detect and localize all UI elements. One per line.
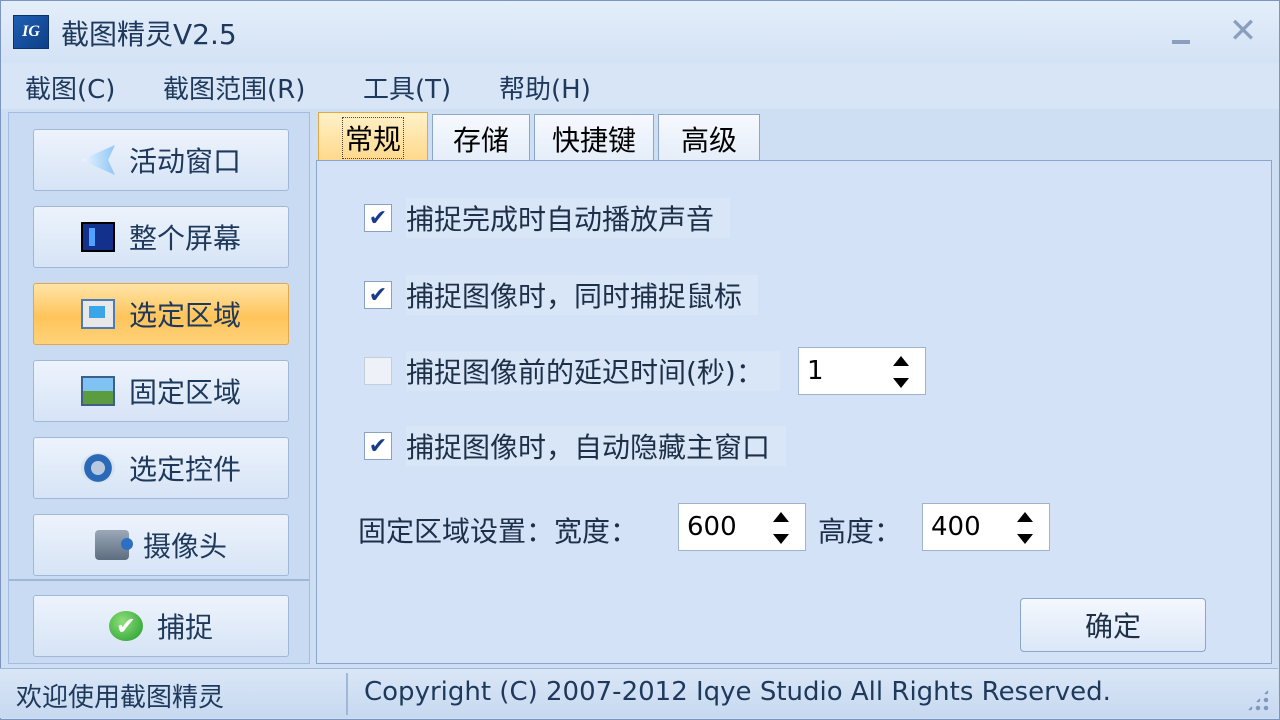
tab-storage-label: 存储 — [452, 123, 509, 157]
play-sound-label: 捕捉完成时自动播放声音 — [406, 198, 731, 238]
width-spinner[interactable]: 600 — [678, 503, 806, 551]
full-screen-button[interactable]: 整个屏幕 — [33, 206, 289, 268]
menu-capture-range[interactable]: 截图范围(R) — [163, 69, 305, 106]
active-window-label: 活动窗口 — [128, 145, 241, 178]
window-title: 截图精灵V2.5 — [61, 18, 237, 51]
close-icon: ✕ — [1228, 11, 1258, 51]
camera-button[interactable]: 摄像头 — [33, 514, 289, 576]
option-hide-window[interactable]: ✔ 捕捉图像时，自动隐藏主窗口 — [364, 424, 787, 468]
tab-advanced-label: 高级 — [680, 123, 737, 157]
full-screen-icon — [80, 222, 115, 252]
tab-general[interactable]: 常规 — [318, 112, 428, 162]
delay-checkbox[interactable] — [364, 357, 392, 385]
full-screen-label: 整个屏幕 — [128, 222, 241, 255]
select-control-label: 选定控件 — [128, 453, 241, 486]
height-label: 高度： — [818, 515, 903, 548]
play-sound-checkbox[interactable]: ✔ — [364, 204, 392, 232]
close-button[interactable]: ✕ — [1223, 11, 1263, 51]
height-value: 400 — [931, 512, 981, 542]
menu-bar: 截图(C) 截图范围(R) 工具(T) 帮助(H) — [1, 63, 1279, 109]
resize-grip-icon[interactable] — [1246, 688, 1270, 712]
ok-button[interactable]: 确定 — [1020, 598, 1206, 652]
fixed-region-button[interactable]: 固定区域 — [33, 360, 289, 422]
spinner-arrows-icon[interactable] — [891, 354, 911, 390]
tab-general-label: 常规 — [341, 116, 404, 159]
panel-divider — [9, 579, 309, 581]
menu-tools[interactable]: 工具(T) — [363, 69, 451, 106]
option-capture-cursor[interactable]: ✔ 捕捉图像时，同时捕捉鼠标 — [364, 273, 759, 317]
capture-label: 捕捉 — [156, 611, 213, 644]
status-welcome: 欢迎使用截图精灵 — [16, 683, 225, 713]
select-control-icon — [80, 453, 115, 483]
capture-cursor-checkbox[interactable]: ✔ — [364, 281, 392, 309]
status-copyright: Copyright (C) 2007-2012 Iqye Studio All … — [364, 677, 1111, 707]
menu-help[interactable]: 帮助(H) — [499, 69, 591, 106]
delay-label: 捕捉图像前的延迟时间(秒)： — [406, 351, 780, 391]
tab-hotkeys-label: 快捷键 — [551, 123, 636, 157]
camera-label: 摄像头 — [142, 530, 227, 563]
fixed-region-width-label: 固定区域设置：宽度： — [358, 515, 639, 548]
select-region-icon — [80, 299, 115, 329]
active-window-icon — [80, 145, 115, 175]
delay-value: 1 — [807, 356, 824, 386]
title-bar[interactable]: IG 截图精灵V2.5 ✕ — [1, 1, 1279, 63]
option-play-sound[interactable]: ✔ 捕捉完成时自动播放声音 — [364, 196, 731, 240]
select-control-button[interactable]: 选定控件 — [33, 437, 289, 499]
check-icon: ✔ — [108, 611, 143, 641]
menu-capture[interactable]: 截图(C) — [25, 69, 115, 106]
delay-spinner[interactable]: 1 — [798, 347, 926, 395]
height-spinner[interactable]: 400 — [922, 503, 1050, 551]
minimize-button[interactable] — [1161, 11, 1201, 51]
select-region-label: 选定区域 — [128, 299, 241, 332]
fixed-region-label: 固定区域 — [128, 376, 241, 409]
width-value: 600 — [687, 512, 737, 542]
app-icon: IG — [13, 15, 49, 49]
capture-button[interactable]: ✔ 捕捉 — [33, 595, 289, 657]
tab-hotkeys[interactable]: 快捷键 — [534, 114, 654, 162]
capture-mode-panel: 活动窗口 整个屏幕 选定区域 固定区域 选定控件 摄像头 ✔ 捕捉 — [8, 112, 310, 664]
capture-cursor-label: 捕捉图像时，同时捕捉鼠标 — [406, 275, 759, 315]
status-divider — [346, 673, 348, 715]
status-bar: 欢迎使用截图精灵 Copyright (C) 2007-2012 Iqye St… — [0, 668, 1278, 718]
spinner-arrows-icon[interactable] — [1015, 510, 1035, 546]
hide-window-label: 捕捉图像时，自动隐藏主窗口 — [406, 426, 787, 466]
fixed-region-icon — [80, 376, 115, 406]
tab-advanced[interactable]: 高级 — [658, 114, 760, 162]
select-region-button[interactable]: 选定区域 — [33, 283, 289, 345]
active-window-button[interactable]: 活动窗口 — [33, 129, 289, 191]
hide-window-checkbox[interactable]: ✔ — [364, 432, 392, 460]
ok-label: 确定 — [1084, 610, 1141, 643]
spinner-arrows-icon[interactable] — [771, 510, 791, 546]
option-delay[interactable]: 捕捉图像前的延迟时间(秒)： — [364, 349, 780, 393]
tab-storage[interactable]: 存储 — [432, 114, 530, 162]
camera-icon — [94, 530, 133, 560]
